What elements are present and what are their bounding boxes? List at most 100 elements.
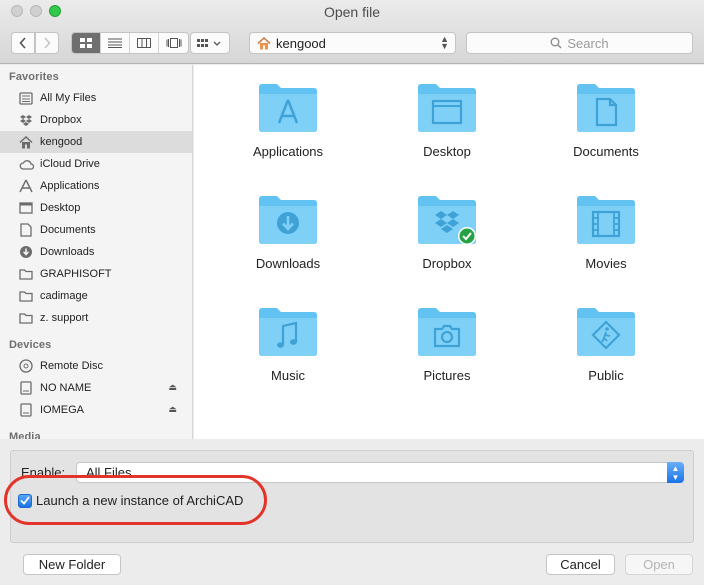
title-bar: Open file kengood ▲ ▼ Search [0,0,704,64]
sidebar-item-label: cadimage [40,290,88,302]
sidebar-item-label: Desktop [40,202,81,214]
sidebar-item-label: kengood [40,136,83,148]
media-heading: Media [9,431,41,439]
sidebar-item-label: z. support [40,312,89,324]
all-files-icon [18,90,34,106]
sidebar-item-label: Remote Disc [40,360,103,372]
launch-new-instance-row[interactable]: Launch a new instance of ArchiCAD [18,493,243,508]
applications-icon [18,178,34,194]
sidebar-item-all-my-files[interactable]: All My Files [0,87,192,109]
sidebar-item-desktop[interactable]: Desktop [0,197,192,219]
sidebar-item-icloud-drive[interactable]: iCloud Drive [0,153,192,175]
updown-chevron-icon: ▲ ▼ [667,462,684,483]
window-title: Open file [323,4,381,20]
sidebar-item-graphisoft[interactable]: GRAPHISOFT [0,263,192,285]
documents-icon [18,222,34,238]
pictures-folder-icon [418,308,476,356]
desktop-icon [18,200,34,216]
sidebar-item-label: Documents [40,224,96,236]
folder-name: Applications [252,144,324,159]
list-view-button[interactable] [101,33,130,53]
drive-icon [18,380,34,396]
folder-desktop[interactable]: Desktop [377,65,517,169]
sidebar-item-documents[interactable]: Documents [0,219,192,241]
chevron-right-icon [44,37,51,49]
folder-name: Documents [573,144,639,159]
folder-name: Music [271,368,305,383]
forward-button[interactable] [35,32,59,54]
list-icon [108,38,122,48]
folder-icon [18,266,34,282]
eject-icon[interactable]: ⏏ [168,382,177,393]
sidebar-item-cadimage[interactable]: cadimage [0,285,192,307]
home-icon [18,134,34,150]
sidebar-item-label: NO NAME [40,382,92,394]
devices-heading: Devices [9,339,52,351]
folder-movies[interactable]: Movies [536,177,676,281]
movies-folder-icon [577,196,635,244]
options-panel: Enable: All Files ▲ ▼ Launch a new instan… [10,450,694,543]
documents-folder-icon [577,84,635,132]
desktop-folder-icon [418,84,476,132]
sidebar-item-iomega[interactable]: IOMEGA ⏏ [0,399,192,421]
search-icon [550,37,562,49]
folder-public[interactable]: Public [536,289,676,393]
music-folder-icon [259,308,317,356]
folder-name: Dropbox [422,256,472,271]
launch-new-instance-label: Launch a new instance of ArchiCAD [36,493,244,508]
new-folder-button[interactable]: New Folder [23,554,121,575]
path-popup-label: kengood [276,35,326,51]
folder-applications[interactable]: Applications [218,65,358,169]
sidebar-item-label: Dropbox [40,114,82,126]
sidebar-item-label: Downloads [40,246,95,258]
folder-downloads[interactable]: Downloads [218,177,358,281]
grid-icon [80,38,92,48]
downloads-folder-icon [259,196,317,244]
icon-view-button[interactable] [72,33,101,53]
folder-name: Downloads [255,256,321,271]
sidebar-item-applications[interactable]: Applications [0,175,192,197]
folder-music[interactable]: Music [218,289,358,393]
arrange-icon [197,39,221,47]
folder-documents[interactable]: Documents [536,65,676,169]
back-button[interactable] [11,32,35,54]
cloud-icon [18,156,34,172]
sidebar-item-no-name[interactable]: NO NAME ⏏ [0,377,192,399]
sidebar-item-label: iCloud Drive [40,158,100,170]
column-view-button[interactable] [130,33,159,53]
sidebar-item-label: IOMEGA [40,404,85,416]
downloads-icon [18,244,34,260]
eject-icon[interactable]: ⏏ [168,404,177,415]
folder-dropbox[interactable]: Dropbox [377,177,517,281]
search-field[interactable]: Search [466,32,693,54]
disc-icon [18,358,34,374]
folder-icon [18,310,34,326]
cover-flow-button[interactable] [159,33,188,53]
sidebar-item-kengood[interactable]: kengood [0,131,192,153]
cancel-button[interactable]: Cancel [546,554,615,575]
folder-name: Desktop [423,144,471,159]
arrange-by-button[interactable] [190,32,230,54]
dropbox-icon [18,112,34,128]
path-popup[interactable]: kengood ▲ ▼ [249,32,456,54]
chevron-left-icon [19,37,26,49]
folder-name: Pictures [423,368,471,383]
enable-popup[interactable]: All Files ▲ ▼ [76,462,684,483]
folder-pictures[interactable]: Pictures [377,289,517,393]
public-folder-icon [577,308,635,356]
sidebar-item-remote-disc[interactable]: Remote Disc [0,355,192,377]
open-file-dialog: Open file kengood ▲ ▼ Search Favorites A… [0,0,704,585]
folder-icon [18,288,34,304]
view-mode-segment [71,32,189,54]
enable-popup-value: All Files [86,465,132,480]
open-button[interactable]: Open [625,554,693,575]
cover-flow-icon [166,38,181,48]
folder-name: Public [588,368,624,383]
applications-folder-icon [259,84,317,132]
sidebar-item-downloads[interactable]: Downloads [0,241,192,263]
enable-label: Enable: [21,465,66,480]
sidebar-item-label: GRAPHISOFT [40,268,112,280]
sidebar-item-z-support[interactable]: z. support [0,307,192,329]
sidebar-item-dropbox[interactable]: Dropbox [0,109,192,131]
launch-new-instance-checkbox[interactable] [18,493,32,508]
